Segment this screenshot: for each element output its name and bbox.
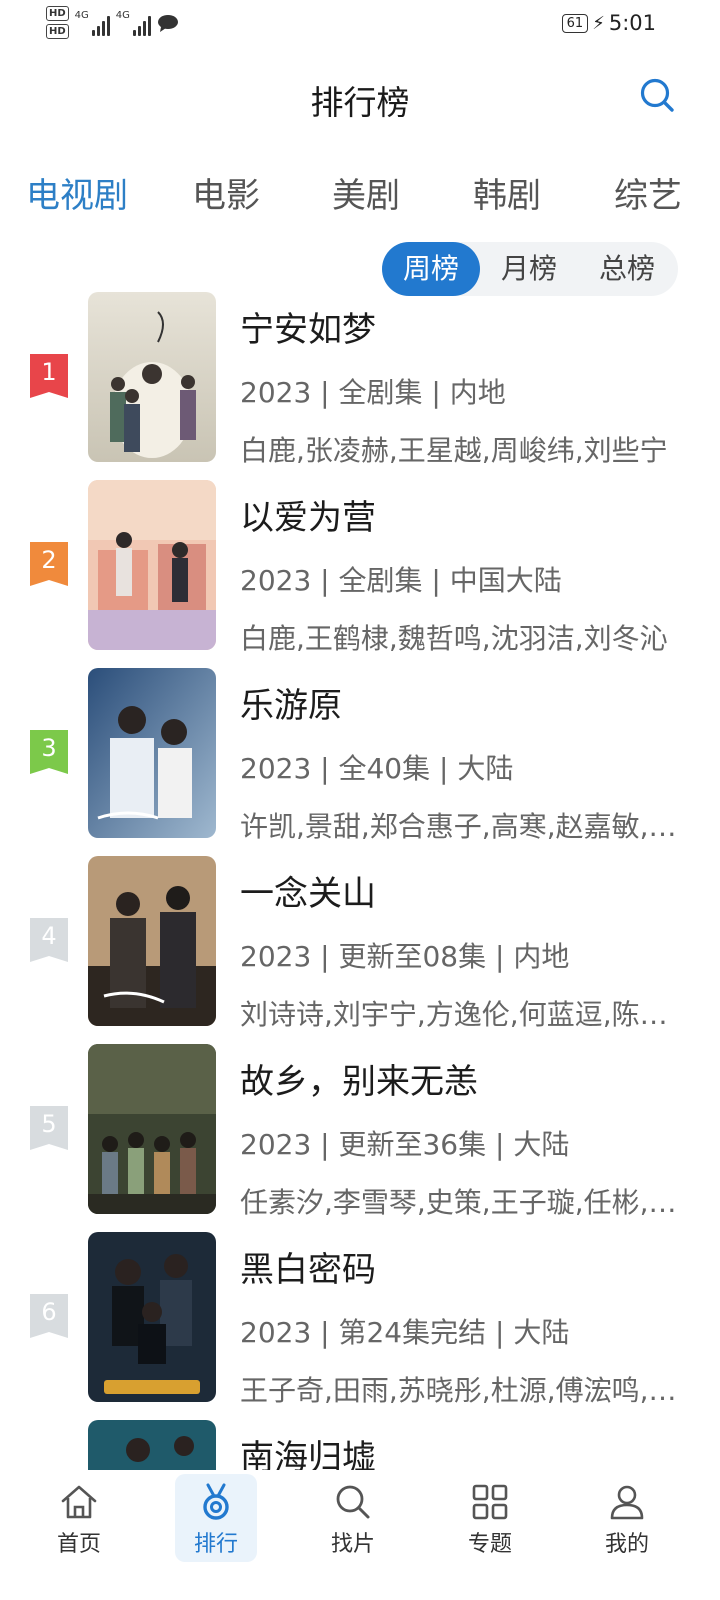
medal-icon xyxy=(203,1483,229,1520)
rank-number: 4 xyxy=(41,922,57,950)
tab-weekly[interactable]: 周榜 xyxy=(382,242,480,296)
category-tabs: 电视剧 电影 美剧 韩剧 综艺 xyxy=(0,168,720,224)
poster-image[interactable] xyxy=(88,856,216,1026)
rank-badge: 3 xyxy=(28,730,70,776)
item-title: 乐游原 xyxy=(240,686,342,726)
rank-number: 3 xyxy=(41,734,57,762)
item-info: 乐游原 2023 | 全40集 | 大陆 许凯,景甜,郑合惠子,高寒,赵嘉敏,陈… xyxy=(240,678,686,845)
rank-number: 1 xyxy=(41,358,57,386)
poster-image[interactable] xyxy=(88,1232,216,1402)
nav-label: 首页 xyxy=(56,1532,101,1557)
signal-icon-1: 4G xyxy=(75,10,110,36)
item-cast: 白鹿,张凌赫,王星越,周峻纬,刘些宁 xyxy=(240,434,668,467)
page-title: 排行榜 xyxy=(310,83,410,122)
item-meta: 2023 | 更新至08集 | 内地 xyxy=(240,940,570,973)
ranking-item[interactable]: 4 一念关山 2023 | 更新至08集 | 内地 刘诗诗,刘宇宁,方逸伦,何蓝… xyxy=(0,856,720,1031)
poster-image[interactable] xyxy=(88,1044,216,1214)
item-title: 以爱为营 xyxy=(240,498,376,538)
item-meta: 2023 | 全40集 | 大陆 xyxy=(240,752,514,785)
item-cast: 许凯,景甜,郑合惠子,高寒,赵嘉敏,陈小纭 xyxy=(240,810,686,843)
item-info: 一念关山 2023 | 更新至08集 | 内地 刘诗诗,刘宇宁,方逸伦,何蓝逗,… xyxy=(240,866,686,1033)
rank-badge: 5 xyxy=(28,1106,70,1152)
item-meta: 2023 | 全剧集 | 中国大陆 xyxy=(240,564,562,597)
tab-overall[interactable]: 总榜 xyxy=(578,242,676,296)
rank-number: 5 xyxy=(41,1110,57,1138)
status-bar: HD HD 4G 4G 61 ⚡ 5:01 xyxy=(0,0,720,56)
item-meta: 2023 | 更新至36集 | 大陆 xyxy=(240,1128,570,1161)
item-title: 一念关山 xyxy=(240,874,376,914)
nav-label: 专题 xyxy=(467,1532,512,1557)
clock: 5:01 xyxy=(608,11,656,35)
nav-home[interactable]: 首页 xyxy=(38,1474,120,1562)
item-meta: 2023 | 全剧集 | 内地 xyxy=(240,376,506,409)
hd-indicators: HD HD xyxy=(46,6,69,39)
tab-us-series[interactable]: 美剧 xyxy=(332,168,400,217)
ranking-item[interactable]: 3 乐游原 2023 | 全40集 | 大陆 许凯,景甜,郑合惠子,高寒,赵嘉敏… xyxy=(0,668,720,843)
network-type-2: 4G xyxy=(115,10,130,21)
status-right: 61 ⚡ 5:01 xyxy=(561,11,656,35)
search-icon xyxy=(336,1485,370,1519)
nav-label: 我的 xyxy=(604,1532,649,1557)
header: 排行榜 xyxy=(0,70,720,130)
item-title: 宁安如梦 xyxy=(240,310,376,350)
nav-ranking[interactable]: 排行 xyxy=(175,1474,257,1562)
ranking-item[interactable]: 5 故乡，别来无恙 2023 | 更新至36集 | 大陆 任素汐,李雪琴,史策,… xyxy=(0,1044,720,1219)
tab-monthly[interactable]: 月榜 xyxy=(480,242,578,296)
item-title: 故乡，别来无恙 xyxy=(240,1062,478,1102)
item-cast: 刘诗诗,刘宇宁,方逸伦,何蓝逗,陈若轩 xyxy=(240,998,686,1031)
item-cast: 白鹿,王鹤棣,魏哲鸣,沈羽洁,刘冬沁 xyxy=(240,622,668,655)
poster-image[interactable] xyxy=(88,292,216,462)
rank-badge: 2 xyxy=(28,542,70,588)
ranking-item[interactable]: 南海归墟 xyxy=(0,1420,720,1472)
item-cast: 王子奇,田雨,苏晓彤,杜源,傅浤鸣,李若天 xyxy=(240,1374,686,1407)
rank-badge: 4 xyxy=(28,918,70,964)
poster-image[interactable] xyxy=(88,480,216,650)
home-icon xyxy=(61,1485,97,1519)
tab-movies[interactable]: 电影 xyxy=(192,168,260,217)
rank-badge: 1 xyxy=(28,354,70,400)
poster-image[interactable] xyxy=(88,668,216,838)
ranking-list: 1 宁安如梦 2023 | 全剧集 | 内地 白鹿,张凌赫,王星越,周峻纬,刘些… xyxy=(0,292,720,1472)
nav-label: 排行 xyxy=(193,1532,238,1557)
network-type-1: 4G xyxy=(74,10,89,21)
hd-badge-1: HD xyxy=(46,6,69,21)
nav-find[interactable]: 找片 xyxy=(312,1474,394,1562)
message-icon xyxy=(157,15,178,32)
item-info: 宁安如梦 2023 | 全剧集 | 内地 白鹿,张凌赫,王星越,周峻纬,刘些宁 xyxy=(240,302,686,469)
item-title: 黑白密码 xyxy=(240,1250,376,1290)
period-switch: 周榜 月榜 总榜 xyxy=(382,242,678,296)
signal-icon-2: 4G xyxy=(116,10,151,36)
item-cast: 任素汐,李雪琴,史策,王子璇,任彬,卢洋洋 xyxy=(240,1186,686,1219)
item-title: 南海归墟 xyxy=(240,1438,376,1472)
bottom-nav: 首页 排行 找片 专题 我的 xyxy=(0,1470,720,1600)
poster-image[interactable] xyxy=(88,1420,216,1472)
hd-badge-2: HD xyxy=(46,24,69,39)
status-left: HD HD 4G 4G xyxy=(46,6,179,39)
grid-icon xyxy=(472,1484,508,1520)
item-info: 南海归墟 xyxy=(240,1430,686,1472)
rank-number: 2 xyxy=(41,546,57,574)
rank-badge: 6 xyxy=(28,1294,70,1340)
charging-icon: ⚡ xyxy=(592,12,605,34)
search-icon[interactable] xyxy=(638,76,678,116)
ranking-item[interactable]: 6 黑白密码 2023 | 第24集完结 | 大陆 王子奇,田雨,苏晓彤,杜源,… xyxy=(0,1232,720,1407)
item-meta: 2023 | 第24集完结 | 大陆 xyxy=(240,1316,570,1349)
battery-icon: 61 xyxy=(561,13,589,33)
tab-tv-series[interactable]: 电视剧 xyxy=(26,168,128,217)
ranking-item[interactable]: 1 宁安如梦 2023 | 全剧集 | 内地 白鹿,张凌赫,王星越,周峻纬,刘些… xyxy=(0,292,720,467)
nav-profile[interactable]: 我的 xyxy=(586,1474,668,1562)
tab-korean-series[interactable]: 韩剧 xyxy=(473,168,541,217)
rank-number: 6 xyxy=(41,1298,57,1326)
item-info: 故乡，别来无恙 2023 | 更新至36集 | 大陆 任素汐,李雪琴,史策,王子… xyxy=(240,1054,686,1221)
item-info: 以爱为营 2023 | 全剧集 | 中国大陆 白鹿,王鹤棣,魏哲鸣,沈羽洁,刘冬… xyxy=(240,490,686,657)
nav-label: 找片 xyxy=(330,1532,375,1557)
ranking-item[interactable]: 2 以爱为营 2023 | 全剧集 | 中国大陆 白鹿,王鹤棣,魏哲鸣,沈羽洁,… xyxy=(0,480,720,655)
user-icon xyxy=(610,1485,644,1520)
tab-variety[interactable]: 综艺 xyxy=(614,168,682,217)
item-info: 黑白密码 2023 | 第24集完结 | 大陆 王子奇,田雨,苏晓彤,杜源,傅浤… xyxy=(240,1242,686,1409)
nav-topics[interactable]: 专题 xyxy=(449,1474,531,1562)
